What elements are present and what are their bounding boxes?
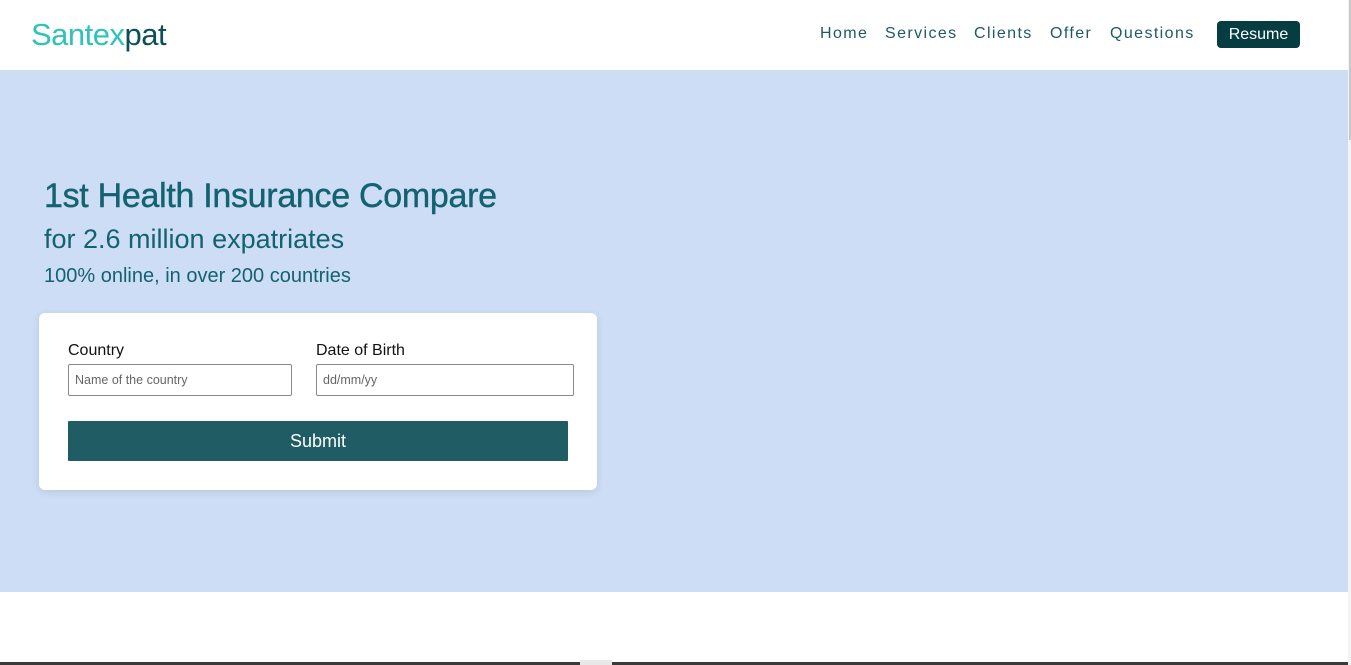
hero-title: 1st Health Insurance Compare xyxy=(44,177,497,215)
hero-subtitle: for 2.6 million expatriates xyxy=(44,224,345,254)
dob-label: Date of Birth xyxy=(316,342,405,359)
hero-tagline: 100% online, in over 200 countries xyxy=(44,265,351,287)
top-navbar: Santexpat Home Services Clients Offer Qu… xyxy=(0,0,1348,70)
submit-button[interactable]: Submit xyxy=(68,421,568,461)
dob-input[interactable] xyxy=(316,364,574,396)
brand-logo-part2: pat xyxy=(124,17,167,52)
nav-link-questions[interactable]: Questions xyxy=(1110,24,1195,44)
brand-logo-part1: Santex xyxy=(31,17,125,52)
nav-link-services[interactable]: Services xyxy=(885,24,958,44)
resume-button[interactable]: Resume xyxy=(1217,21,1300,48)
country-label: Country xyxy=(68,342,125,359)
quote-form-card: Country Date of Birth Submit xyxy=(39,313,597,490)
hero-section: 1st Health Insurance Compare for 2.6 mil… xyxy=(0,70,1348,592)
bottom-handle xyxy=(580,660,612,665)
nav-link-clients[interactable]: Clients xyxy=(974,24,1033,44)
nav-link-home[interactable]: Home xyxy=(820,24,868,44)
brand-logo[interactable]: Santexpat xyxy=(31,16,167,54)
country-input[interactable] xyxy=(68,364,292,396)
nav-link-offer[interactable]: Offer xyxy=(1050,24,1092,44)
